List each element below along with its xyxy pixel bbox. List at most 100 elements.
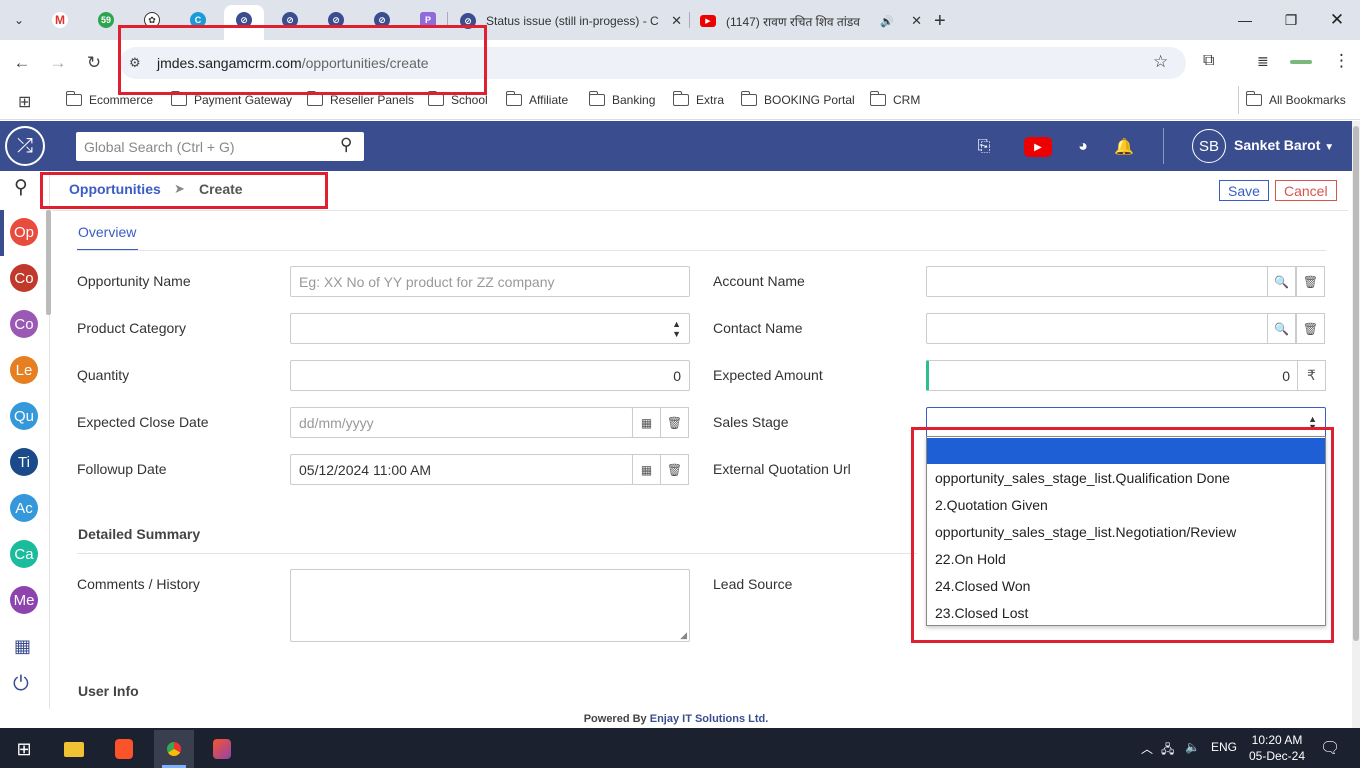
sidebar-item-quotes[interactable]: Qu [10,402,38,430]
calendar-icon[interactable]: ▦ [632,407,661,438]
bookmark-extra[interactable]: Extra [672,91,725,108]
apps-grid-icon[interactable]: ⊞ [18,92,31,112]
trash-icon[interactable]: 🗑 [1296,313,1325,344]
file-explorer-icon[interactable] [54,730,94,768]
search-icon[interactable]: ⚲ [340,135,352,155]
minimize-icon[interactable]: — [1222,8,1268,32]
calendar-grid-icon[interactable]: ▦ [14,636,31,657]
clock[interactable]: 10:20 AM 05-Dec-24 [1249,732,1305,764]
browser-menu-icon[interactable]: ⋮ [1333,51,1350,71]
bookmark-affiliate[interactable]: Affiliate [505,91,568,108]
tab-status-issue[interactable]: ⊘ Status issue (still in-progess) - C ✕ [460,6,682,36]
contact-name-input[interactable] [926,313,1269,344]
followup-date-input[interactable]: 05/12/2024 11:00 AM [290,454,633,485]
chrome-shape [163,738,185,760]
speaker-icon[interactable]: 🔊 [880,15,894,28]
notifications-icon[interactable]: 🗨 [1320,738,1340,758]
bookmark-label: Ecommerce [89,93,154,107]
app-logo-icon[interactable]: ⤮ [5,126,45,166]
page-scrollbar-thumb[interactable] [1353,126,1359,641]
resize-handle-icon[interactable]: ◢ [680,630,687,641]
sidebar-item-co-1[interactable]: Co [10,264,38,292]
windows-start-icon[interactable]: ⊞ [4,730,44,768]
extensions-icon[interactable]: ⧉ [1203,52,1214,70]
pinned-tab-gmail[interactable]: M [49,9,71,31]
save-button[interactable]: Save [1219,180,1269,201]
calendar-icon[interactable]: ▦ [632,454,661,485]
global-search[interactable]: ⚲ [76,132,364,161]
trash-icon[interactable]: 🗑 [660,454,689,485]
network-icon[interactable]: 🖧 [1161,740,1174,761]
brave-shape [115,739,133,759]
cancel-button[interactable]: Cancel [1275,180,1337,201]
reload-icon[interactable]: ↻ [82,52,106,74]
sidebar-item-co-2[interactable]: Co [10,310,38,338]
sidebar-active-indicator [0,210,4,256]
close-icon[interactable]: ✕ [665,13,682,29]
profile-icon[interactable] [1290,60,1312,64]
document-search-icon[interactable]: ⎘ [972,136,996,158]
sidebar-item-opportunities[interactable]: Op [10,218,38,246]
pinned-tab-badge[interactable]: 59 [95,9,117,31]
trash-icon[interactable]: 🗑 [1296,266,1325,297]
brave-icon[interactable] [104,730,144,768]
back-icon[interactable]: ← [10,52,34,74]
bookmark-crm[interactable]: CRM [869,91,920,108]
header-divider [1163,128,1164,164]
folder-icon [740,91,757,106]
sidebar-scrollbar[interactable] [46,210,51,315]
lookup-search-icon[interactable]: 🔍 [1267,266,1296,297]
all-bookmarks[interactable]: All Bookmarks [1245,91,1346,108]
opportunity-name-label: Opportunity Name [77,273,191,289]
chrome-icon[interactable] [154,730,194,768]
close-icon[interactable]: ✕ [905,13,922,29]
account-name-input[interactable] [926,266,1269,297]
chevron-down-icon: ⌄ [13,13,25,27]
contact-name-label: Contact Name [713,320,803,336]
media-control-icon[interactable]: ≣ [1257,53,1269,70]
footer-company-link[interactable]: Enjay IT Solutions Ltd. [650,713,769,725]
lookup-search-icon[interactable]: 🔍 [1267,313,1296,344]
sales-stage-label: Sales Stage [713,414,789,430]
youtube-icon: ▶ [700,15,716,27]
tray-chevron-icon[interactable]: ︿ [1141,740,1153,757]
bookmark-label: Banking [612,93,656,107]
tab-overview[interactable]: Overview [78,224,136,240]
opportunity-name-input[interactable]: Eg: XX No of YY product for ZZ company [290,266,690,297]
sidebar-item-tickets[interactable]: Ti [10,448,38,476]
comments-textarea[interactable]: ◢ [290,569,690,642]
bookmark-banking[interactable]: Banking [588,91,656,108]
bookmark-star-icon[interactable]: ☆ [1153,52,1168,72]
brave-beta-icon[interactable] [202,730,242,768]
window-close-icon[interactable]: ✕ [1314,8,1360,32]
product-category-label: Product Category [77,320,186,336]
section-divider [77,553,917,554]
sidebar-item-meetings[interactable]: Me [10,586,38,614]
expected-amount-input[interactable]: 0 [926,360,1299,391]
bell-icon[interactable]: 🔔 [1112,136,1136,158]
sidebar-search-icon[interactable]: ⚲ [14,176,28,199]
new-tab-icon[interactable]: + [934,10,946,33]
quantity-input[interactable]: 0 [290,360,690,391]
forward-icon[interactable]: → [46,52,70,74]
user-menu[interactable]: Sanket Barot ▼ [1234,137,1334,153]
sidebar-item-accounts[interactable]: Ac [10,494,38,522]
bookmark-label: Extra [696,93,725,107]
avatar[interactable]: SB [1192,129,1226,163]
language-indicator[interactable]: ENG [1211,740,1237,754]
tab-youtube[interactable]: ▶ (1147) रावण रचित शिव तांडव 🔊 ✕ [700,6,922,36]
expected-close-date-input[interactable]: dd/mm/yyyy [290,407,633,438]
product-category-select[interactable]: ▲ ▼ [290,313,690,344]
youtube-icon[interactable]: ▶ [1024,137,1052,157]
globe-icon[interactable]: ◕ [1071,136,1095,158]
power-icon[interactable]: ⏻ [13,673,29,696]
volume-icon[interactable]: 🔈 [1185,740,1200,754]
sidebar-item-calls[interactable]: Ca [10,540,38,568]
global-search-input[interactable] [76,132,326,161]
trash-icon[interactable]: 🗑 [660,407,689,438]
maximize-icon[interactable]: ❐ [1268,8,1314,32]
sidebar-item-leads[interactable]: Le [10,356,38,384]
bookmark-booking-portal[interactable]: BOOKING Portal [740,91,855,108]
followup-date-value: 05/12/2024 11:00 AM [299,461,432,478]
tab-search-dropdown[interactable]: ⌄ [8,9,30,31]
